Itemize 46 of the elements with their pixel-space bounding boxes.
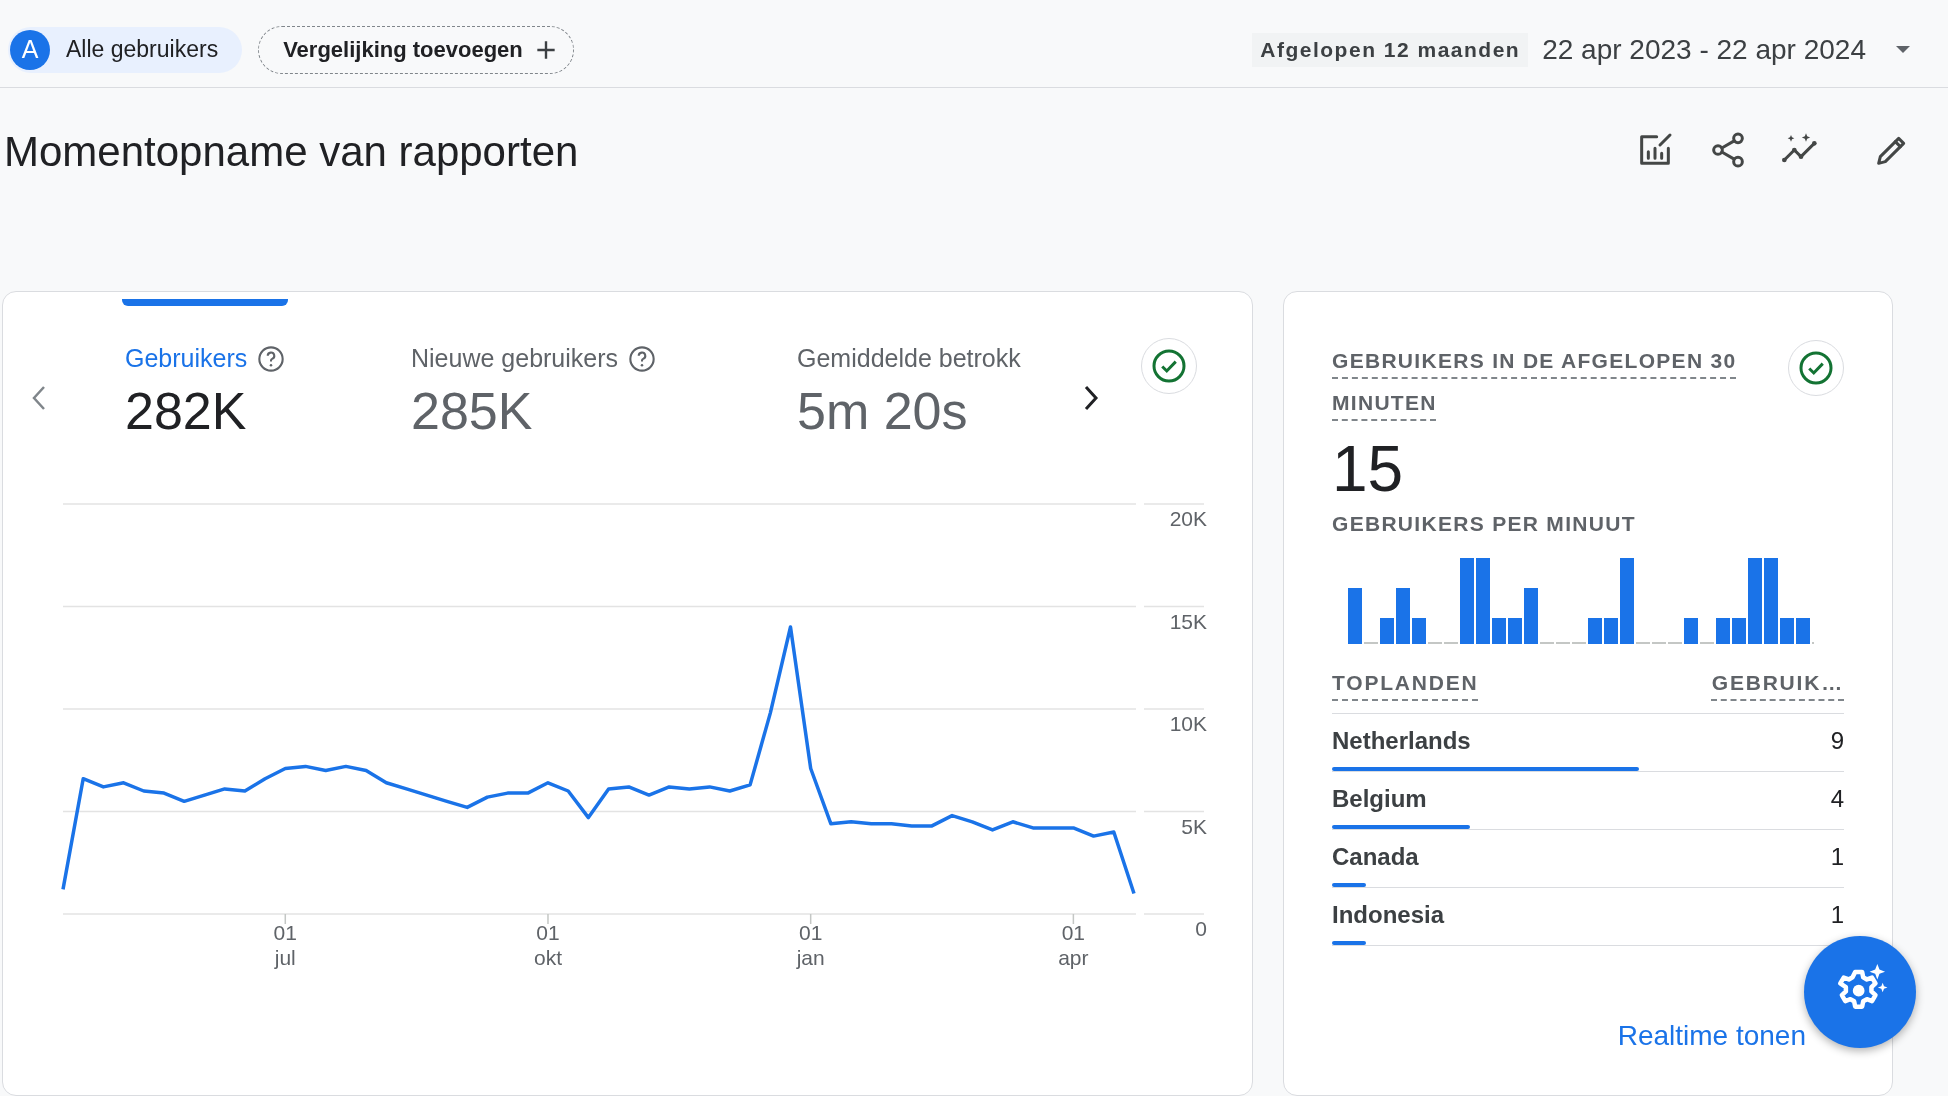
metric-tab[interactable]: Nieuwe gebruikers 285K: [411, 292, 797, 441]
minute-bar: [1412, 618, 1426, 644]
segment-chip[interactable]: A Alle gebruikers: [8, 26, 243, 73]
y-axis-label: 20K: [1169, 507, 1207, 530]
y-axis-label: 0: [1195, 917, 1207, 940]
minute-bar: [1380, 618, 1394, 644]
country-name: Canada: [1332, 843, 1419, 871]
minute-bar: [1524, 588, 1538, 644]
minute-bar: [1716, 618, 1730, 644]
x-axis-label: 01 jan: [796, 921, 825, 969]
minute-bar: [1508, 618, 1522, 644]
minute-bar: [1796, 618, 1810, 644]
user-count-cell: 9: [1830, 727, 1844, 755]
user-count: 15: [1332, 434, 1405, 504]
minute-bar: [1396, 588, 1410, 644]
minute-bar: [1492, 618, 1506, 644]
y-axis-label: 10K: [1169, 712, 1207, 735]
country-name: Belgium: [1332, 785, 1427, 813]
column-header[interactable]: GEBRUIK…: [1711, 671, 1844, 695]
date-range-picker[interactable]: 22 apr 2023 - 22 apr 2024: [1542, 33, 1910, 66]
realtime-card-title[interactable]: GEBRUIKERS IN DE AFGELOPEN 30 MINUTEN: [1332, 340, 1752, 424]
y-axis-label: 15K: [1169, 609, 1207, 633]
realtime-link[interactable]: Realtime tonen: [1617, 1020, 1806, 1052]
user-count-cell: 1: [1830, 901, 1844, 929]
minute-bar: [1348, 588, 1362, 644]
x-axis-label: 01 jul: [273, 921, 297, 969]
minute-bar: [1732, 618, 1746, 644]
avatar: A: [10, 29, 50, 70]
user-count-cell: 4: [1830, 785, 1844, 813]
date-preset-label: Afgelopen 12 maanden: [1252, 32, 1529, 67]
minute-bar: [1684, 618, 1698, 644]
y-axis-label: 5K: [1181, 814, 1207, 838]
metric-tab[interactable]: Gebruikers 282K: [125, 292, 411, 441]
dropdown-caret-icon: [1896, 46, 1910, 53]
minute-bar: [1604, 618, 1618, 644]
minute-bar: [1780, 618, 1794, 644]
minute-bar: [1588, 618, 1602, 644]
country-name: Indonesia: [1332, 901, 1445, 929]
country-name: Netherlands: [1332, 727, 1471, 755]
x-axis-label: 01 apr: [1058, 921, 1089, 969]
user-count-cell: 1: [1830, 843, 1844, 871]
x-axis-label: 01 okt: [533, 921, 562, 969]
column-header[interactable]: TOPLANDEN: [1332, 671, 1479, 695]
metric-tab[interactable]: Gemiddelde betrokk 5m 20s: [797, 292, 1059, 441]
chart-label: GEBRUIKERS PER MINUUT: [1332, 512, 1637, 536]
page-title: Momentopname van rapporten: [4, 128, 579, 176]
